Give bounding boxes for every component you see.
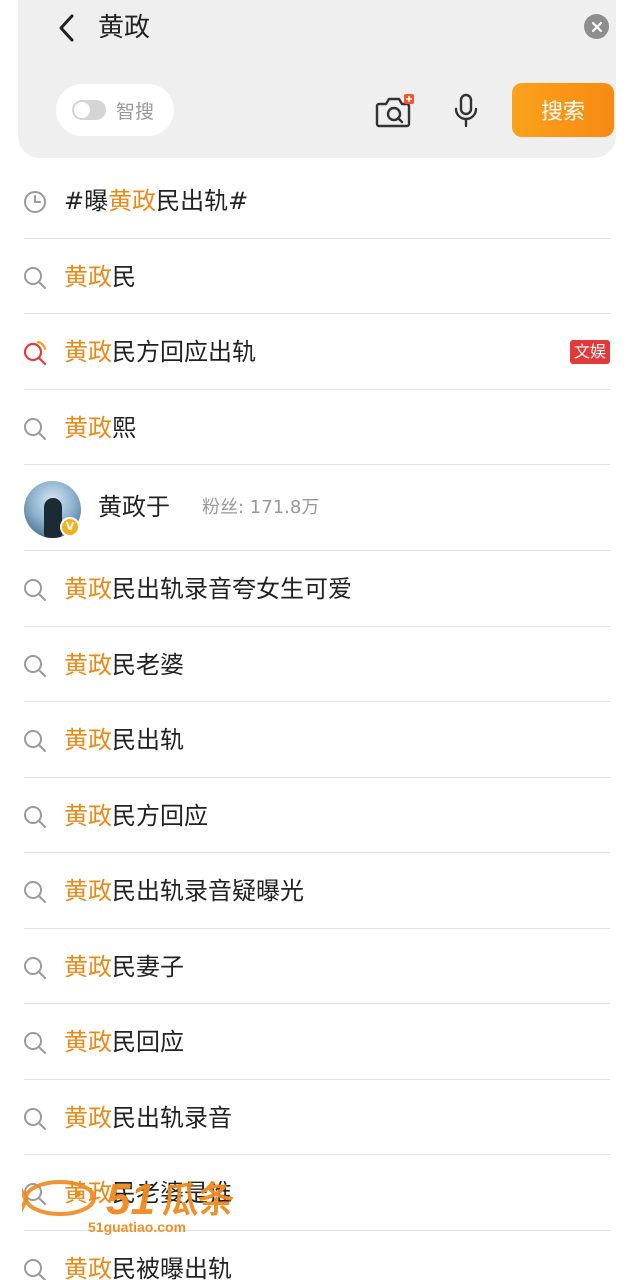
suggestion-item[interactable]: 黄政民老婆是谁 [0,1155,634,1231]
search-icon [24,805,46,828]
smart-search-toggle[interactable]: 智搜 [56,84,174,136]
suggestion-rest: 民出轨录音疑曝光 [112,877,304,905]
search-button[interactable]: 搜索 [512,83,614,137]
microphone-icon [454,93,478,128]
highlight-text: 黄政 [64,1028,112,1056]
suggestion-text: 黄政民老婆 [64,647,184,683]
highlight-text: 黄政 [64,262,112,291]
search-query-input[interactable]: 黄政 [98,10,150,46]
suggestion-text: 黄政熙 [64,410,136,446]
suggestion-rest: 民老婆 [112,650,184,679]
trending-search-icon [23,340,47,366]
highlight-text: 黄政 [64,877,112,905]
suggestion-text: 黄政民被曝出轨 [64,1251,232,1280]
highlight-text: 黄政 [64,801,112,830]
search-icon [24,1258,46,1280]
highlight-text: 黄政 [64,952,112,981]
search-icon [24,266,46,289]
highlight-text: 黄政 [64,1103,112,1132]
suggestion-item[interactable]: 黄政民出轨 [0,702,634,778]
suggestion-rest: 民方回应出轨 [112,338,256,366]
suggestion-rest: 民老婆是谁 [112,1179,232,1207]
suggestion-list: #曝黄政民出轨# 黄政民 黄政民方回应出轨 文娱 黄政熙 V 黄政于 粉丝: 1… [0,163,634,1280]
chevron-left-icon [59,14,74,42]
user-name: 黄政于 [98,493,170,521]
suggestion-rest: 民出轨录音 [112,1103,232,1132]
search-icon [24,579,46,601]
suggestion-rest: 民回应 [112,1028,184,1056]
search-icon [24,730,46,752]
suggestion-item[interactable]: 黄政民 [0,239,634,315]
suggestion-rest: 民被曝出轨 [112,1254,232,1280]
text-pre: #曝 [64,187,109,215]
search-icon [24,654,46,677]
suggestion-text: 黄政民出轨录音疑曝光 [64,873,304,909]
camera-button[interactable] [374,92,416,130]
smart-search-label: 智搜 [116,100,155,123]
suggestion-item[interactable]: 黄政民出轨录音疑曝光 [0,853,634,929]
suggestion-item[interactable]: 黄政民方回应 [0,778,634,854]
user-suggestion-item[interactable]: V 黄政于 粉丝: 171.8万 [0,465,634,551]
clear-button[interactable] [584,14,609,39]
suggestion-item[interactable]: 黄政民回应 [0,1004,634,1080]
suggestion-text: 黄政民 [64,259,136,295]
search-icon [24,1183,46,1205]
avatar-figure [44,498,62,538]
category-tag: 文娱 [569,340,610,364]
highlight-text: 黄政 [64,726,112,754]
fans-count: 粉丝: 171.8万 [202,497,320,518]
suggestion-text: 黄政民方回应 [64,798,208,834]
verified-badge-icon: V [60,517,80,537]
camera-icon [375,94,414,128]
search-icon [24,956,46,979]
highlight-text: 黄政 [64,575,112,603]
toggle-knob [74,102,90,118]
history-item[interactable]: #曝黄政民出轨# [0,163,634,239]
history-text: #曝黄政民出轨# [64,183,248,219]
suggestion-text: 黄政民出轨录音 [64,1100,232,1136]
suggestion-text: 黄政民方回应出轨 [64,334,256,370]
suggestion-item[interactable]: 黄政民方回应出轨 文娱 [0,314,634,390]
suggestion-rest: 民出轨录音夸女生可爱 [112,575,352,603]
highlight-text: 黄政 [64,1254,112,1280]
suggestion-rest: 民出轨 [112,726,184,754]
suggestion-item[interactable]: 黄政民妻子 [0,929,634,1005]
search-icon [24,1107,46,1130]
suggestion-text: 黄政民出轨录音夸女生可爱 [64,571,352,607]
suggestion-item[interactable]: 黄政民出轨录音 [0,1080,634,1156]
suggestion-rest: 民妻子 [112,952,184,981]
suggestion-rest: 熙 [112,413,136,442]
suggestion-text: 黄政民老婆是谁 [64,1175,232,1211]
highlight-text: 黄政 [108,187,157,215]
suggestion-text: 黄政民出轨 [64,722,184,758]
suggestion-text: 黄政民妻子 [64,949,184,985]
clock-icon [24,191,46,213]
search-icon [24,1032,46,1054]
highlight-text: 黄政 [64,413,112,442]
close-circle-icon [591,21,602,32]
back-button[interactable] [52,12,82,44]
suggestion-text: 黄政民回应 [64,1024,184,1060]
suggestion-item[interactable]: 黄政民出轨录音夸女生可爱 [0,551,634,627]
toggle-switch[interactable] [72,100,106,120]
highlight-text: 黄政 [64,338,112,366]
text-post: 民出轨# [156,187,249,215]
suggestion-rest: 民方回应 [112,801,208,830]
suggestion-item[interactable]: 黄政民被曝出轨 [0,1231,634,1280]
search-panel: 黄政 智搜 搜索 [18,0,616,158]
search-icon [24,881,46,903]
highlight-text: 黄政 [64,650,112,679]
suggestion-item[interactable]: 黄政民老婆 [0,627,634,703]
highlight-text: 黄政 [64,1179,112,1207]
voice-search-button[interactable] [450,92,482,130]
search-icon [24,417,46,440]
suggestion-item[interactable]: 黄政熙 [0,390,634,466]
suggestion-rest: 民 [112,262,136,291]
